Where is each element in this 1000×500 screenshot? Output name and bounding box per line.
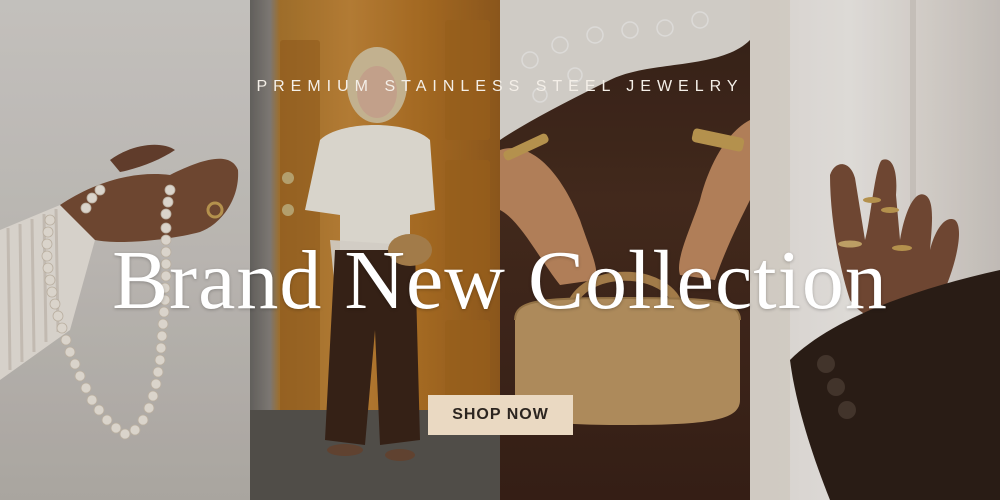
tagline: PREMIUM STAINLESS STEEL JEWELRY — [256, 78, 744, 95]
headline: Brand New Collection — [112, 234, 888, 327]
hero-banner: PREMIUM STAINLESS STEEL JEWELRY Brand Ne… — [0, 0, 1000, 500]
shop-now-button[interactable]: SHOP NOW — [428, 395, 573, 435]
